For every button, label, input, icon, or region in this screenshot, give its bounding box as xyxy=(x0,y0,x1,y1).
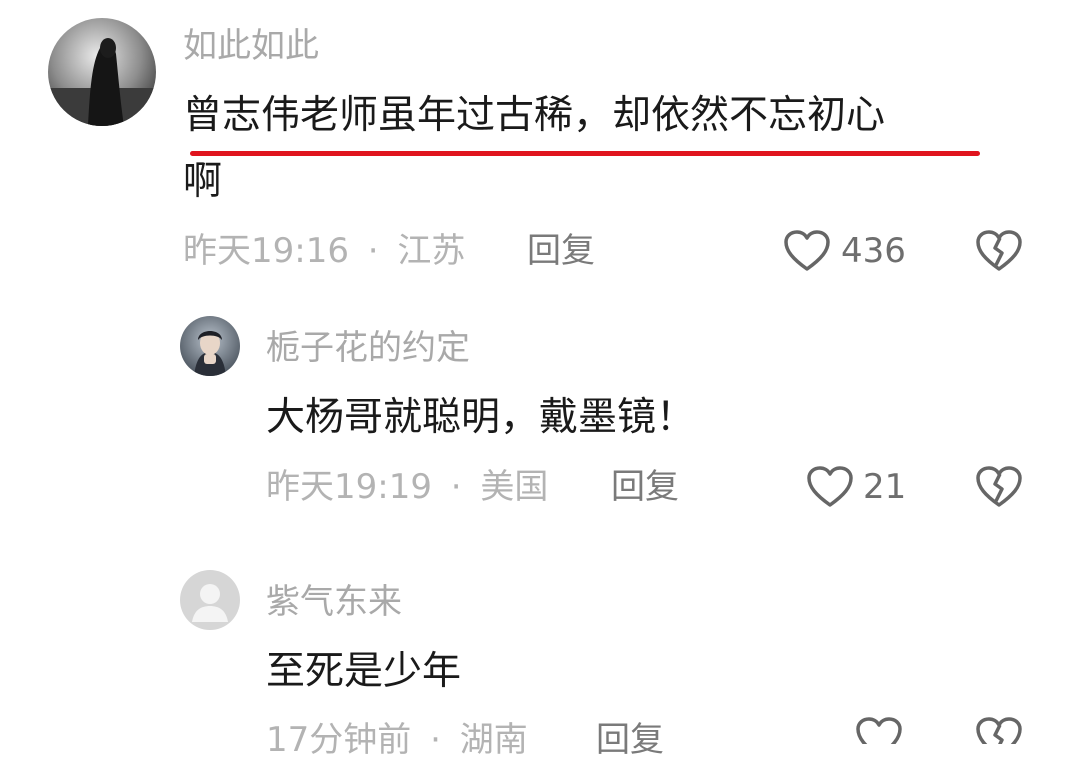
meta-separator: · xyxy=(367,231,379,271)
reply-author-name[interactable]: 紫气东来 xyxy=(266,581,402,623)
avatar-photo xyxy=(48,18,156,126)
reply-text: 大杨哥就聪明，戴墨镜！ xyxy=(266,395,696,440)
comment-text-line-1: 曾志伟老师虽年过古稀，却依然不忘初心 xyxy=(183,93,886,138)
like-count: 436 xyxy=(841,231,906,271)
reply-time: 昨天19:19 xyxy=(266,467,432,507)
reply-avatar[interactable] xyxy=(180,570,240,630)
broken-heart-icon[interactable] xyxy=(975,465,1023,509)
broken-heart-icon[interactable] xyxy=(975,229,1023,273)
reply-text: 至死是少年 xyxy=(266,649,462,694)
broken-heart-icon[interactable] xyxy=(975,716,1023,744)
reply-meta: 17分钟前 · 湖南 xyxy=(266,719,528,761)
reply-time: 17分钟前 xyxy=(266,720,412,760)
meta-separator: · xyxy=(450,467,462,507)
comment-text-line-2: 啊 xyxy=(183,159,223,204)
reply-button[interactable]: 回复 xyxy=(527,230,595,272)
person-silhouette-icon xyxy=(180,570,240,630)
like-count: 21 xyxy=(863,467,907,507)
reply-author-name[interactable]: 栀子花的约定 xyxy=(266,327,470,369)
heart-outline-icon[interactable] xyxy=(855,716,903,744)
reply-button[interactable]: 回复 xyxy=(596,719,664,761)
reply-location: 美国 xyxy=(480,467,549,507)
commenter-avatar[interactable] xyxy=(48,18,156,126)
commenter-name[interactable]: 如此如此 xyxy=(183,25,319,67)
reply-meta: 昨天19:19 · 美国 xyxy=(266,466,548,508)
reply-location: 湖南 xyxy=(459,720,528,760)
heart-outline-icon[interactable] xyxy=(806,465,854,509)
meta-separator: · xyxy=(430,720,441,760)
reply-avatar[interactable] xyxy=(180,316,240,376)
heart-outline-icon[interactable] xyxy=(783,229,831,273)
highlight-underline xyxy=(190,151,980,156)
comment-meta: 昨天19:16 · 江苏 xyxy=(183,230,465,272)
reply-button[interactable]: 回复 xyxy=(611,466,679,508)
avatar-photo xyxy=(180,316,240,376)
comment-location: 江苏 xyxy=(397,231,466,271)
comment-time: 昨天19:16 xyxy=(183,231,349,271)
